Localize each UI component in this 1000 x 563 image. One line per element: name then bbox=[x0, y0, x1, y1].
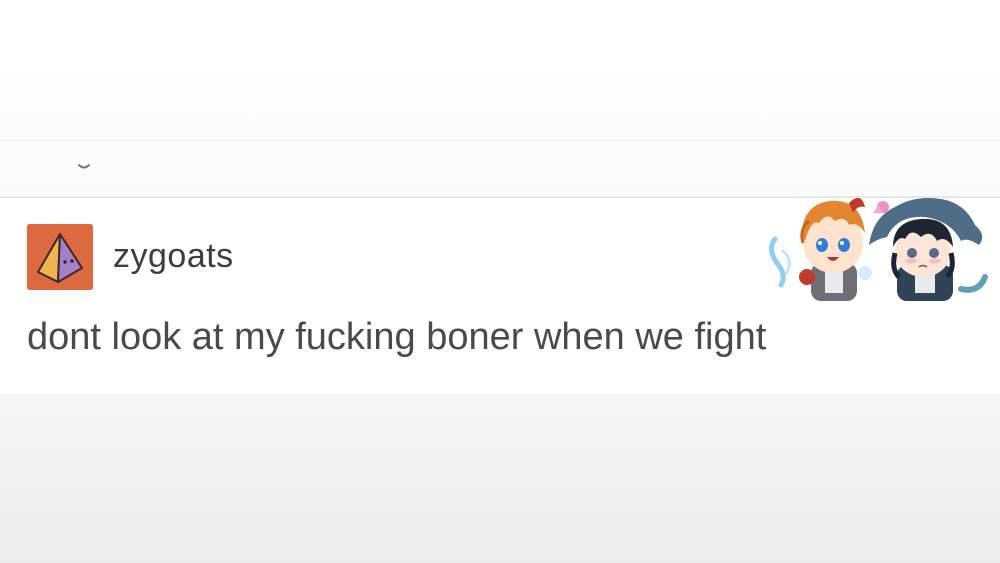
chibi-characters-sticker bbox=[769, 197, 988, 301]
pyramid-icon bbox=[27, 224, 93, 290]
chevron-down-icon[interactable] bbox=[77, 162, 91, 172]
previous-post-area bbox=[0, 0, 1000, 197]
post-body-text: dont look at my fucking boner when we fi… bbox=[27, 316, 767, 358]
post-card: zygoats dont look at my fucking boner wh… bbox=[0, 197, 1000, 394]
avatar[interactable] bbox=[27, 224, 93, 290]
faint-separator bbox=[0, 140, 1000, 141]
page-background bbox=[0, 394, 1000, 563]
post-username[interactable]: zygoats bbox=[113, 236, 234, 276]
